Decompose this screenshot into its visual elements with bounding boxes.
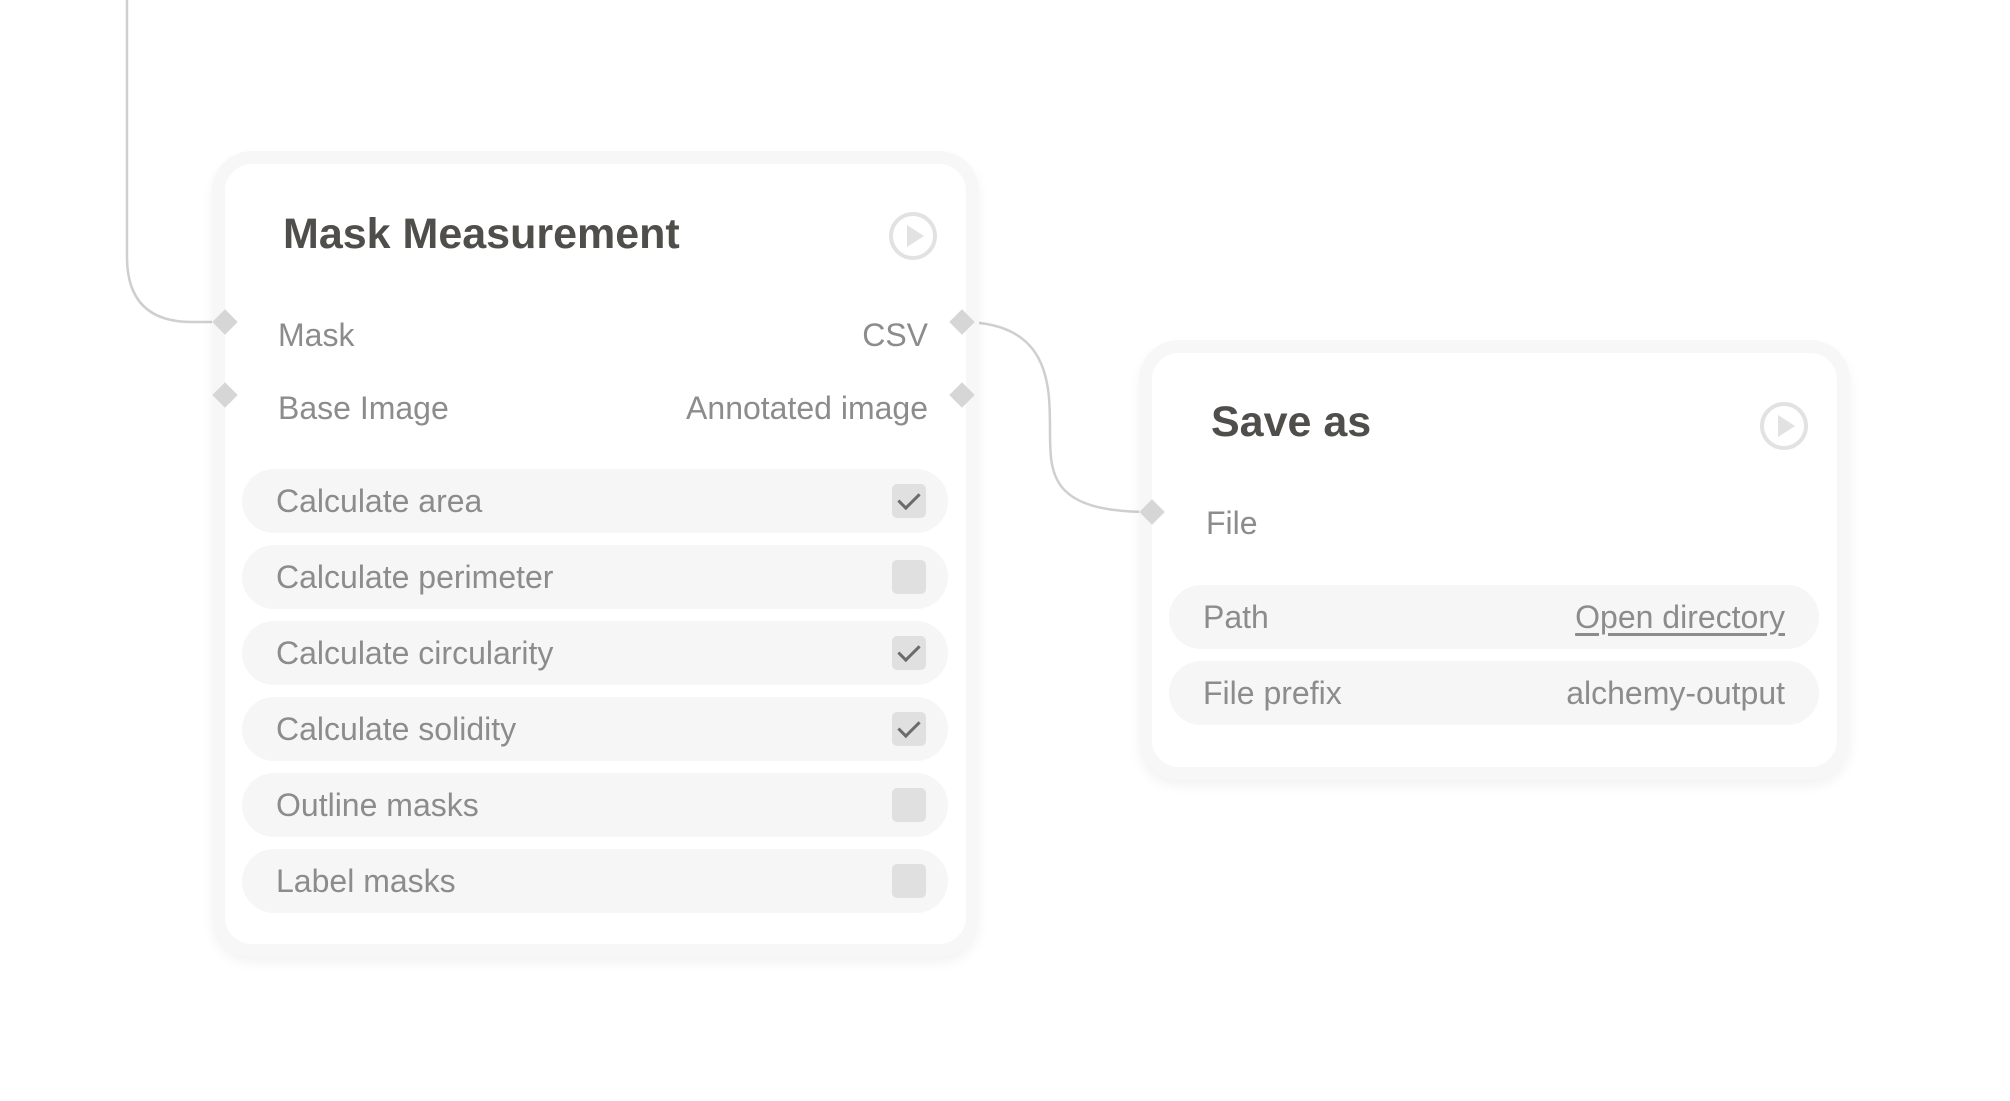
option-row-calculate-perimeter[interactable]: Calculate perimeter (242, 545, 948, 609)
option-row-label-masks[interactable]: Label masks (242, 849, 948, 913)
checkmark-icon (897, 714, 921, 739)
field-row-path[interactable]: Path Open directory (1169, 585, 1819, 649)
run-node-button[interactable] (1760, 402, 1808, 450)
option-checkbox[interactable] (892, 864, 926, 898)
field-row-file-prefix[interactable]: File prefix alchemy-output (1169, 661, 1819, 725)
wire-csv-to-file[interactable] (961, 320, 1151, 514)
option-label: Label masks (276, 863, 456, 899)
option-checkbox[interactable] (892, 636, 926, 670)
checkmark-icon (897, 486, 921, 511)
save-as-node[interactable]: Save as File Path Open directory File pr… (1139, 340, 1850, 780)
option-label: Calculate solidity (276, 711, 517, 747)
run-node-button[interactable] (889, 212, 937, 260)
option-label: Calculate circularity (276, 635, 554, 671)
node-title: Save as (1211, 398, 1372, 446)
option-checkbox[interactable] (892, 712, 926, 746)
option-label: Calculate area (276, 483, 483, 519)
output-port-label-annotated-image: Annotated image (686, 390, 928, 426)
option-row-calculate-area[interactable]: Calculate area (242, 469, 948, 533)
option-label: Calculate perimeter (276, 559, 554, 595)
play-circle-icon (1778, 415, 1795, 437)
field-label: Path (1203, 599, 1269, 635)
option-row-outline-masks[interactable]: Outline masks (242, 773, 948, 837)
file-prefix-value[interactable]: alchemy-output (1566, 673, 1785, 713)
option-checkbox[interactable] (892, 484, 926, 518)
input-port-label-file: File (1206, 505, 1258, 541)
option-row-calculate-solidity[interactable]: Calculate solidity (242, 697, 948, 761)
option-label: Outline masks (276, 787, 479, 823)
input-port-label-base-image: Base Image (278, 390, 449, 426)
output-port-label-csv: CSV (862, 317, 928, 353)
option-row-calculate-circularity[interactable]: Calculate circularity (242, 621, 948, 685)
mask-measurement-node[interactable]: Mask Measurement Mask Base Image CSV Ann… (212, 151, 979, 957)
node-canvas[interactable]: Mask Measurement Mask Base Image CSV Ann… (0, 0, 2010, 1101)
option-checkbox[interactable] (892, 560, 926, 594)
field-label: File prefix (1203, 675, 1342, 711)
checkmark-icon (897, 638, 921, 663)
option-checkbox[interactable] (892, 788, 926, 822)
input-port-label-mask: Mask (278, 317, 355, 353)
wire-to-mask-input[interactable] (125, 0, 225, 324)
node-title: Mask Measurement (283, 210, 680, 258)
play-circle-icon (907, 225, 924, 247)
open-directory-link[interactable]: Open directory (1575, 597, 1785, 637)
